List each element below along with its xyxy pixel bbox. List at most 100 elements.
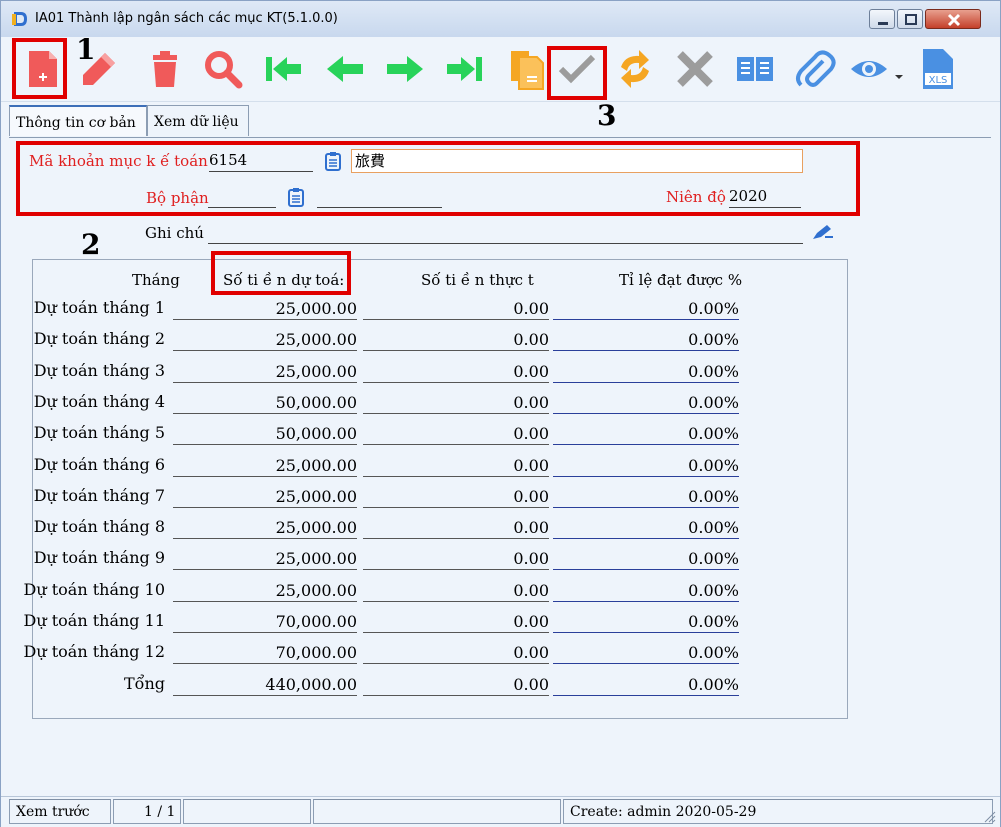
achievement-rate-cell[interactable]: 0.00%: [553, 486, 739, 508]
tab-divider: [9, 137, 991, 138]
budget-amount-cell[interactable]: 70,000.00: [173, 642, 357, 664]
next-record-button[interactable]: [383, 47, 427, 91]
actual-amount-cell[interactable]: 0.00: [363, 674, 549, 696]
copy-icon: [511, 51, 544, 90]
svg-text:XLS: XLS: [929, 75, 948, 86]
department-code-field[interactable]: [208, 189, 276, 208]
actual-amount-cell[interactable]: 0.00: [363, 423, 549, 445]
preview-dropdown[interactable]: [894, 67, 904, 79]
department-name-field[interactable]: [317, 189, 442, 208]
chevron-down-icon: [895, 75, 903, 79]
budget-amount-cell[interactable]: 50,000.00: [173, 423, 357, 445]
first-record-icon: [266, 57, 301, 81]
actual-amount-cell[interactable]: 0.00: [363, 611, 549, 633]
highlight-box-3: [547, 46, 607, 100]
budget-amount-cell[interactable]: 25,000.00: [173, 548, 357, 570]
actual-amount-cell[interactable]: 0.00: [363, 392, 549, 414]
actual-amount-cell[interactable]: 0.00: [363, 329, 549, 351]
budget-amount-cell[interactable]: 25,000.00: [173, 361, 357, 383]
actual-amount-cell[interactable]: 0.00: [363, 548, 549, 570]
budget-amount-cell[interactable]: 25,000.00: [173, 580, 357, 602]
copy-button[interactable]: [507, 47, 551, 91]
total-label: Tổng: [123, 674, 165, 693]
month-label: Dự toán tháng 3: [33, 361, 165, 380]
note-edit-icon[interactable]: [811, 223, 835, 241]
budget-amount-cell[interactable]: 25,000.00: [173, 329, 357, 351]
search-icon: [205, 51, 243, 89]
preview-button[interactable]: [849, 47, 893, 91]
budget-amount-cell[interactable]: 70,000.00: [173, 611, 357, 633]
account-lookup-icon[interactable]: [325, 151, 341, 171]
tab-basic-info[interactable]: Thông tin cơ bản: [9, 105, 147, 136]
previous-record-button[interactable]: [323, 47, 367, 91]
department-lookup-icon[interactable]: [288, 187, 304, 207]
actual-amount-cell[interactable]: 0.00: [363, 517, 549, 539]
achievement-rate-cell[interactable]: 0.00%: [553, 611, 739, 633]
month-label: Dự toán tháng 4: [33, 392, 165, 411]
window-title: IA01 Thành lập ngân sách các mục KT(5.1.…: [35, 11, 338, 26]
status-field-b: [313, 799, 561, 824]
month-label: Dự toán tháng 8: [33, 517, 165, 536]
preview-eye-icon: [851, 61, 887, 77]
cancel-x-icon: [677, 51, 713, 87]
book-button[interactable]: [733, 47, 777, 91]
tab-view-data[interactable]: Xem dữ liệu: [147, 105, 249, 136]
last-record-icon: [447, 57, 482, 81]
actual-amount-cell[interactable]: 0.00: [363, 455, 549, 477]
account-name-input[interactable]: 旅費: [351, 149, 803, 173]
month-label: Dự toán tháng 10: [23, 580, 165, 599]
last-record-button[interactable]: [441, 47, 485, 91]
achievement-rate-cell[interactable]: 0.00%: [553, 329, 739, 351]
close-button[interactable]: [925, 9, 981, 29]
achievement-rate-cell[interactable]: 0.00%: [553, 361, 739, 383]
achievement-rate-cell[interactable]: 0.00%: [553, 455, 739, 477]
account-code-label: Mã khoản mục k ế toán: [29, 152, 208, 170]
actual-amount-cell[interactable]: 0.00: [363, 642, 549, 664]
note-field[interactable]: [208, 223, 803, 244]
search-button[interactable]: [201, 47, 245, 91]
refresh-button[interactable]: [613, 47, 657, 91]
budget-amount-cell[interactable]: 50,000.00: [173, 392, 357, 414]
budget-amount-cell[interactable]: 25,000.00: [173, 517, 357, 539]
attachment-button[interactable]: [793, 47, 837, 91]
month-label: Dự toán tháng 6: [33, 455, 165, 474]
budget-amount-cell[interactable]: 25,000.00: [173, 455, 357, 477]
achievement-rate-cell[interactable]: 0.00%: [553, 674, 739, 696]
budget-amount-cell[interactable]: 25,000.00: [173, 486, 357, 508]
achievement-rate-cell[interactable]: 0.00%: [553, 642, 739, 664]
annotation-marker-1: 1: [76, 33, 96, 66]
delete-button[interactable]: [143, 47, 187, 91]
close-icon: [947, 13, 961, 27]
department-label: Bộ phận: [146, 189, 209, 207]
resize-grip-icon[interactable]: [984, 811, 996, 823]
status-field-a: [183, 799, 311, 824]
achievement-rate-cell[interactable]: 0.00%: [553, 298, 739, 320]
toolbar: XLS: [1, 37, 1000, 102]
achievement-rate-cell[interactable]: 0.00%: [553, 580, 739, 602]
achievement-rate-cell[interactable]: 0.00%: [553, 517, 739, 539]
status-bar: Xem trước 1 / 1 Create: admin 2020-05-29: [1, 796, 1000, 827]
budget-amount-cell[interactable]: 440,000.00: [173, 674, 357, 696]
actual-amount-cell[interactable]: 0.00: [363, 580, 549, 602]
header-achievement-rate: Tỉ lệ đạt được %: [619, 271, 743, 289]
header-actual-amount: Số ti ề n thực t: [421, 271, 534, 289]
minimize-button[interactable]: [869, 9, 895, 29]
month-label: Dự toán tháng 7: [33, 486, 165, 505]
achievement-rate-cell[interactable]: 0.00%: [553, 423, 739, 445]
actual-amount-cell[interactable]: 0.00: [363, 361, 549, 383]
actual-amount-cell[interactable]: 0.00: [363, 298, 549, 320]
export-xls-button[interactable]: XLS: [915, 47, 959, 91]
achievement-rate-cell[interactable]: 0.00%: [553, 392, 739, 414]
first-record-button[interactable]: [263, 47, 307, 91]
status-page: 1 / 1: [113, 799, 181, 824]
maximize-button[interactable]: [897, 9, 923, 29]
cancel-button[interactable]: [673, 47, 717, 91]
annotation-marker-3: 3: [597, 99, 617, 132]
annotation-marker-2: 2: [81, 228, 101, 261]
achievement-rate-cell[interactable]: 0.00%: [553, 548, 739, 570]
fiscal-year-field[interactable]: 2020: [729, 187, 801, 208]
actual-amount-cell[interactable]: 0.00: [363, 486, 549, 508]
budget-amount-cell[interactable]: 25,000.00: [173, 298, 357, 320]
account-code-field[interactable]: 6154: [209, 151, 313, 172]
book-icon: [737, 57, 773, 81]
